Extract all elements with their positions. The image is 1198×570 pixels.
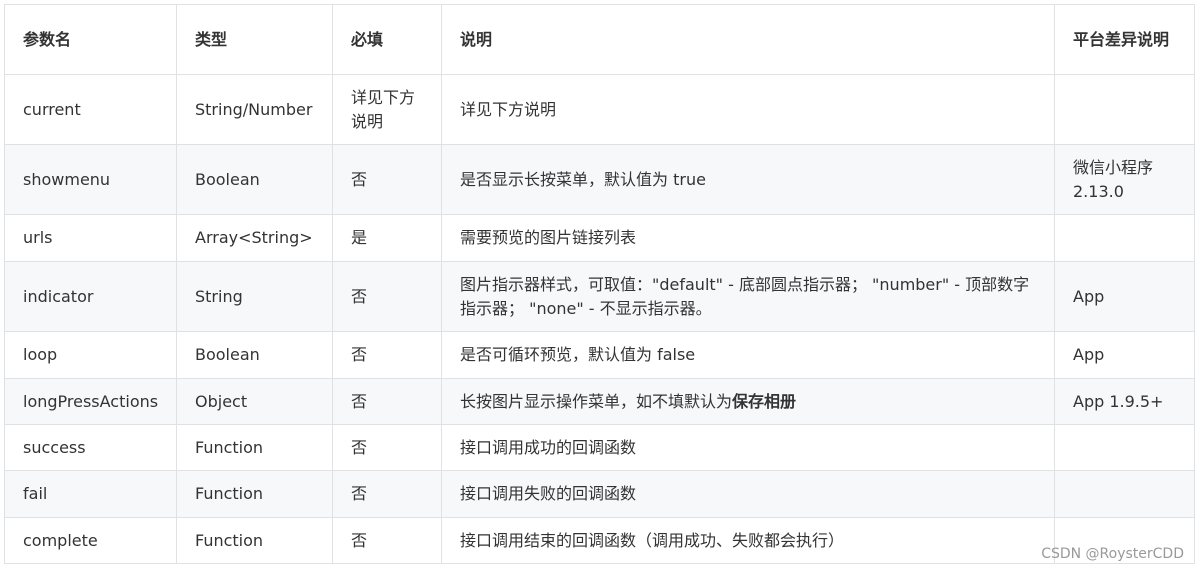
cell-type: Boolean — [176, 144, 333, 215]
description-text: 是否显示长按菜单，默认值为 true — [460, 169, 706, 189]
cell-description: 是否可循环预览，默认值为 false — [441, 331, 1055, 379]
cell-platform — [1054, 214, 1195, 262]
description-text: 接口调用失败的回调函数 — [460, 484, 637, 503]
cell-param-name: success — [4, 424, 177, 471]
cell-required: 否 — [332, 517, 442, 564]
cell-required: 否 — [332, 331, 442, 379]
description-text: 接口调用成功的回调函数 — [460, 437, 637, 457]
cell-param-name: showmenu — [4, 144, 177, 215]
cell-platform — [1054, 424, 1195, 471]
cell-param-name: indicator — [4, 261, 177, 332]
cell-type: Function — [176, 517, 333, 564]
cell-required: 否 — [332, 424, 442, 471]
description-text: 接口调用结束的回调函数（调用成功、失败都会执行） — [460, 530, 845, 550]
cell-required: 否 — [332, 470, 442, 518]
description-bold-text: 保存相册 — [732, 391, 797, 411]
watermark: CSDN @RoysterCDD — [1041, 546, 1184, 562]
cell-param-name: complete — [4, 517, 177, 564]
cell-description: 需要预览的图片链接列表 — [441, 214, 1055, 262]
description-text: 详见下方说明 — [460, 99, 557, 119]
cell-description: 图片指示器样式，可取值："default" - 底部圆点指示器； "number… — [441, 261, 1055, 332]
description-text: 图片指示器样式，可取值："default" - 底部圆点指示器； "number… — [460, 274, 1030, 318]
cell-platform — [1054, 470, 1195, 518]
cell-param-name: loop — [4, 331, 177, 379]
description-text: 长按图片显示操作菜单，如不填默认为 — [460, 391, 733, 411]
header-platform-diff: 平台差异说明 — [1054, 4, 1195, 75]
cell-param-name: urls — [4, 214, 177, 262]
cell-type: Array<String> — [176, 214, 333, 262]
header-required: 必填 — [332, 4, 442, 75]
cell-description: 接口调用失败的回调函数 — [441, 470, 1055, 518]
cell-platform: App — [1054, 261, 1195, 332]
cell-type: Boolean — [176, 331, 333, 379]
cell-type: Object — [176, 378, 333, 425]
table-row: success Function 否 接口调用成功的回调函数 — [4, 424, 1195, 471]
description-text: 需要预览的图片链接列表 — [460, 228, 637, 247]
cell-type: String — [176, 261, 333, 332]
cell-required: 详见下方说明 — [332, 74, 442, 145]
cell-type: Function — [176, 424, 333, 471]
table-row: urls Array<String> 是 需要预览的图片链接列表 — [4, 214, 1195, 262]
cell-description: 是否显示长按菜单，默认值为 true — [441, 144, 1055, 215]
params-table: 参数名 类型 必填 说明 平台差异说明 current String/Numbe… — [4, 4, 1195, 564]
table-row: fail Function 否 接口调用失败的回调函数 — [4, 470, 1195, 518]
cell-required: 否 — [332, 378, 442, 425]
cell-platform: App 1.9.5+ — [1054, 378, 1195, 425]
cell-required: 是 — [332, 214, 442, 262]
cell-description: 接口调用结束的回调函数（调用成功、失败都会执行） — [441, 517, 1055, 564]
header-type: 类型 — [176, 4, 333, 75]
cell-description: 长按图片显示操作菜单，如不填默认为保存相册 — [441, 378, 1055, 425]
cell-type: String/Number — [176, 74, 333, 145]
cell-description: 详见下方说明 — [441, 74, 1055, 145]
table-row: showmenu Boolean 否 是否显示长按菜单，默认值为 true 微信… — [4, 144, 1195, 215]
cell-platform — [1054, 74, 1195, 145]
table-row: indicator String 否 图片指示器样式，可取值："default"… — [4, 261, 1195, 332]
cell-platform: App — [1054, 331, 1195, 379]
description-text: 是否可循环预览，默认值为 false — [460, 345, 696, 364]
cell-required: 否 — [332, 261, 442, 332]
table-header-row: 参数名 类型 必填 说明 平台差异说明 — [4, 4, 1195, 75]
cell-param-name: fail — [4, 470, 177, 518]
header-description: 说明 — [441, 4, 1055, 75]
table-row: current String/Number 详见下方说明 详见下方说明 — [4, 74, 1195, 145]
cell-type: Function — [176, 470, 333, 518]
header-param-name: 参数名 — [4, 4, 177, 75]
cell-platform: 微信小程序 2.13.0 — [1054, 144, 1195, 215]
table-row: complete Function 否 接口调用结束的回调函数（调用成功、失败都… — [4, 517, 1195, 564]
cell-description: 接口调用成功的回调函数 — [441, 424, 1055, 471]
cell-required: 否 — [332, 144, 442, 215]
cell-param-name: longPressActions — [4, 378, 177, 425]
cell-param-name: current — [4, 74, 177, 145]
table-row: longPressActions Object 否 长按图片显示操作菜单，如不填… — [4, 378, 1195, 425]
table-row: loop Boolean 否 是否可循环预览，默认值为 false App — [4, 331, 1195, 379]
